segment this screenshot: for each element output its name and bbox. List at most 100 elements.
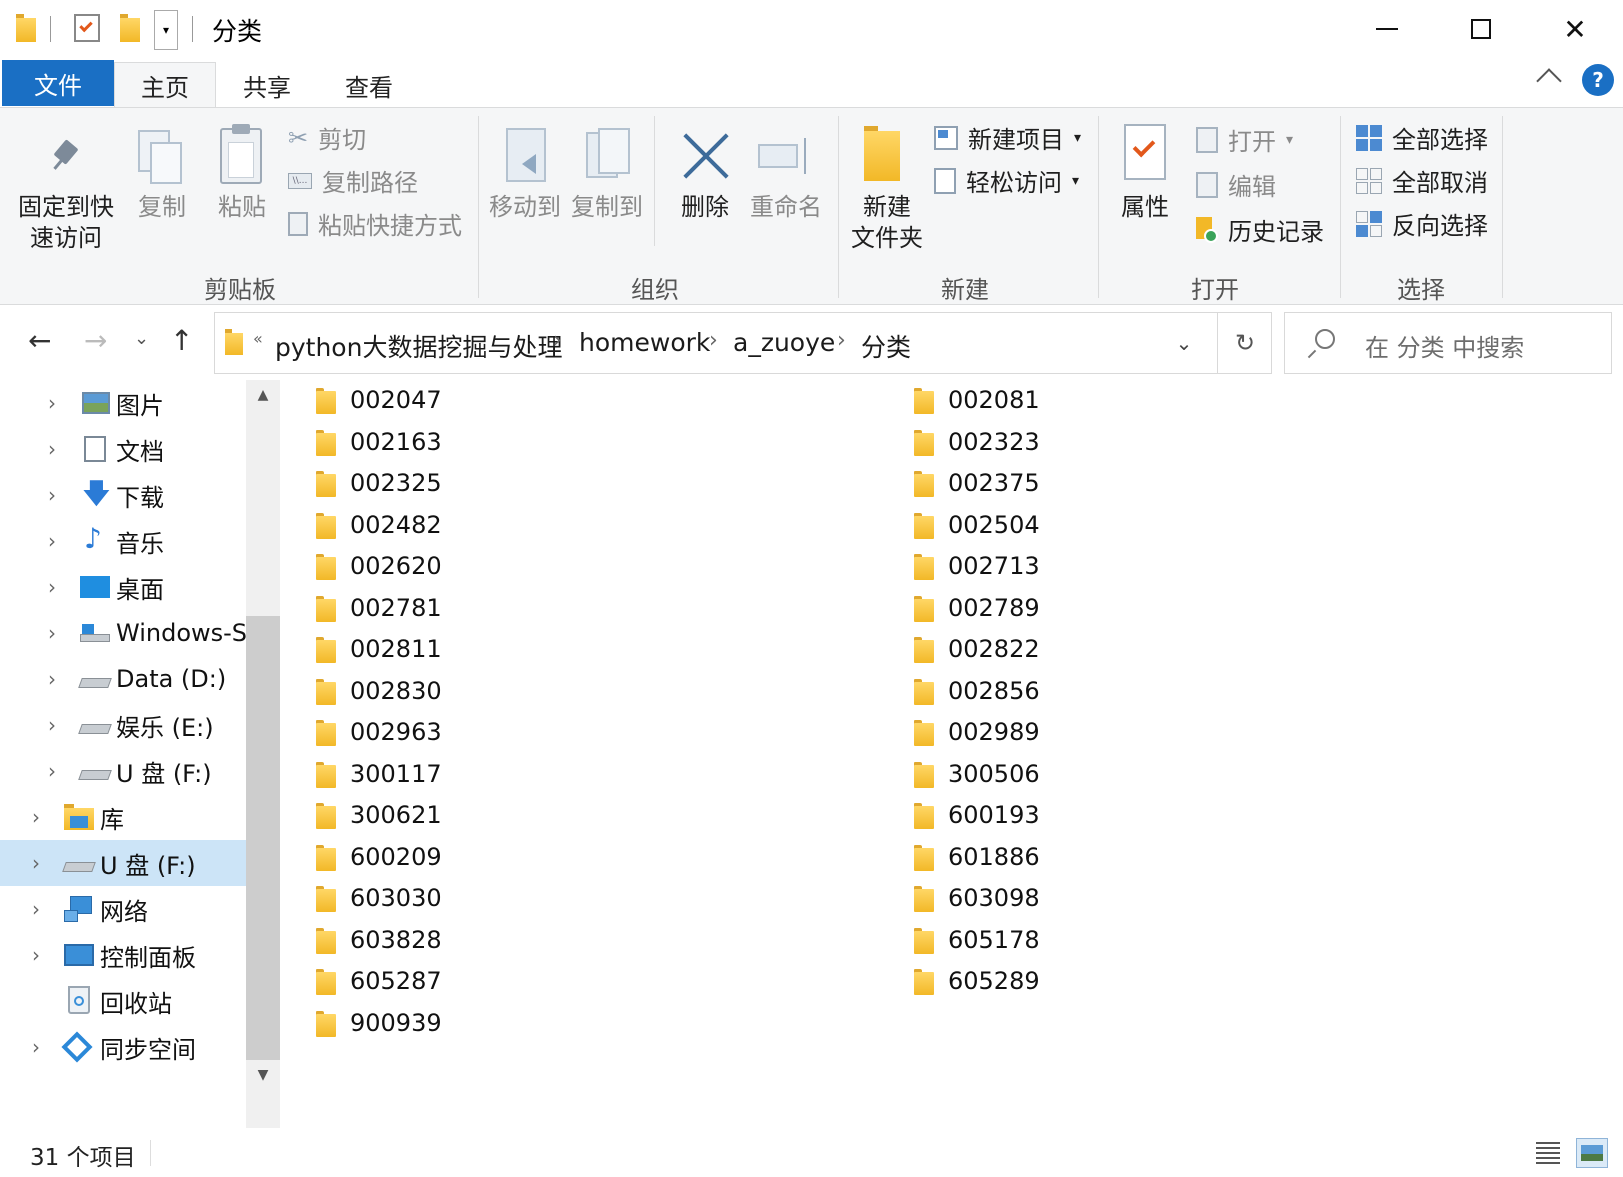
folder-item[interactable]: 002781: [316, 588, 442, 628]
select-all-button[interactable]: 全部选择: [1356, 120, 1488, 155]
copy-button[interactable]: 复制: [124, 120, 200, 230]
folder-item[interactable]: 002822: [914, 629, 1040, 669]
chevron-right-icon[interactable]: ›: [48, 391, 56, 415]
folder-item[interactable]: 002830: [316, 671, 442, 711]
up-button[interactable]: ↑: [170, 324, 193, 357]
search-box[interactable]: 在 分类 中搜索: [1284, 312, 1612, 374]
sidebar-item-windows-drive[interactable]: › Windows-S: [0, 610, 246, 656]
sidebar-item-yule-e[interactable]: › 娱乐 (E:): [0, 702, 246, 748]
history-button[interactable]: 历史记录: [1196, 212, 1324, 247]
chevron-right-icon[interactable]: ›: [48, 437, 56, 461]
details-view-button[interactable]: [1534, 1140, 1562, 1166]
folder-item[interactable]: 002963: [316, 712, 442, 752]
sidebar-item-data-d[interactable]: › Data (D:): [0, 656, 246, 702]
open-button[interactable]: 打开 ▾: [1196, 122, 1293, 157]
new-item-button[interactable]: 新建项目 ▾: [934, 120, 1081, 155]
folder-item[interactable]: 002620: [316, 546, 442, 586]
minimize-button[interactable]: [1340, 0, 1434, 58]
folder-item[interactable]: 600193: [914, 795, 1040, 835]
address-dropdown-button[interactable]: ⌄: [1151, 313, 1217, 373]
folder-item[interactable]: 603828: [316, 920, 442, 960]
breadcrumb-python[interactable]: python大数据挖掘与处理: [275, 328, 562, 364]
edit-button[interactable]: 编辑: [1196, 167, 1276, 202]
chevron-right-icon[interactable]: ›: [48, 529, 56, 553]
folder-item[interactable]: 002163: [316, 422, 442, 462]
new-folder-quick-icon[interactable]: [120, 14, 140, 42]
refresh-button[interactable]: ↻: [1218, 313, 1272, 373]
folder-item[interactable]: 300117: [316, 754, 442, 794]
chevron-right-icon[interactable]: ›: [48, 667, 56, 691]
folder-item[interactable]: 002325: [316, 463, 442, 503]
folder-item[interactable]: 002047: [316, 380, 442, 420]
folder-item[interactable]: 300621: [316, 795, 442, 835]
sidebar-item-control-panel[interactable]: › 控制面板: [0, 932, 246, 978]
folder-item[interactable]: 002323: [914, 422, 1040, 462]
tab-home[interactable]: 主页: [114, 62, 216, 108]
customize-quick-access-button[interactable]: ▾: [154, 10, 178, 50]
folder-item[interactable]: 002989: [914, 712, 1040, 752]
copy-to-button[interactable]: 复制到: [568, 120, 646, 230]
chevron-right-icon[interactable]: ›: [48, 621, 56, 645]
tab-file[interactable]: 文件: [2, 60, 114, 106]
chevron-right-icon[interactable]: ›: [48, 575, 56, 599]
sidebar-item-pictures[interactable]: › 图片: [0, 380, 246, 426]
collapse-ribbon-icon[interactable]: [1536, 68, 1562, 94]
folder-item[interactable]: 002081: [914, 380, 1040, 420]
chevron-right-icon[interactable]: ›: [32, 943, 40, 967]
folder-item[interactable]: 601886: [914, 837, 1040, 877]
properties-button[interactable]: 属性: [1110, 120, 1180, 230]
chevron-right-icon[interactable]: ›: [32, 897, 40, 921]
scrollbar-thumb[interactable]: [246, 616, 280, 1060]
breadcrumb-current[interactable]: 分类: [861, 328, 911, 364]
breadcrumb-a-zuoye[interactable]: a_zuoye: [733, 328, 835, 357]
tab-share[interactable]: 共享: [216, 62, 318, 108]
move-to-button[interactable]: 移动到: [486, 120, 564, 230]
cut-button[interactable]: ✂ 剪切: [288, 120, 366, 155]
paste-shortcut-button[interactable]: 粘贴快捷方式: [288, 206, 462, 241]
maximize-button[interactable]: [1434, 0, 1528, 58]
sidebar-item-network[interactable]: › 网络: [0, 886, 246, 932]
sidebar-item-desktop[interactable]: › 桌面: [0, 564, 246, 610]
folder-item[interactable]: 605178: [914, 920, 1040, 960]
help-button[interactable]: ?: [1582, 64, 1614, 96]
folder-item[interactable]: 600209: [316, 837, 442, 877]
sidebar-item-sync-space[interactable]: › 同步空间: [0, 1024, 246, 1070]
folder-item[interactable]: 900939: [316, 1003, 442, 1043]
pin-quick-access-button[interactable]: 固定到快 速访问: [10, 120, 122, 260]
folder-item[interactable]: 002811: [316, 629, 442, 669]
tab-view[interactable]: 查看: [318, 62, 420, 108]
sidebar-item-usb-f[interactable]: › U 盘 (F:): [0, 748, 246, 794]
breadcrumb-overflow[interactable]: «: [253, 329, 263, 348]
easy-access-button[interactable]: 轻松访问 ▾: [934, 163, 1079, 198]
chevron-right-icon[interactable]: ›: [48, 713, 56, 737]
properties-check-icon[interactable]: [74, 14, 100, 42]
address-bar[interactable]: « python大数据挖掘与处理 › homework › a_zuoye › …: [214, 312, 1272, 374]
rename-button[interactable]: 重命名: [746, 120, 826, 230]
folder-item[interactable]: 300506: [914, 754, 1040, 794]
chevron-right-icon[interactable]: ›: [48, 483, 56, 507]
breadcrumb-homework[interactable]: homework: [579, 328, 710, 357]
folder-item[interactable]: 605289: [914, 961, 1040, 1001]
forward-button[interactable]: →: [84, 324, 107, 357]
sidebar-item-usb-f-root[interactable]: › U 盘 (F:): [0, 840, 246, 886]
folder-item[interactable]: 603098: [914, 878, 1040, 918]
sidebar-item-libraries[interactable]: › 库: [0, 794, 246, 840]
folder-item[interactable]: 002789: [914, 588, 1040, 628]
paste-button[interactable]: 粘贴: [204, 120, 280, 230]
large-icons-view-button[interactable]: [1576, 1138, 1608, 1168]
folder-item[interactable]: 002713: [914, 546, 1040, 586]
close-button[interactable]: ✕: [1528, 0, 1622, 58]
folder-item[interactable]: 002482: [316, 505, 442, 545]
scroll-up-button[interactable]: ▲: [246, 380, 280, 410]
invert-selection-button[interactable]: 反向选择: [1356, 206, 1488, 241]
folder-item[interactable]: 605287: [316, 961, 442, 1001]
folder-item[interactable]: 603030: [316, 878, 442, 918]
new-folder-button[interactable]: 新建 文件夹: [846, 120, 928, 260]
sidebar-item-documents[interactable]: › 文档: [0, 426, 246, 472]
chevron-right-icon[interactable]: ›: [48, 759, 56, 783]
folder-item[interactable]: 002504: [914, 505, 1040, 545]
sidebar-item-downloads[interactable]: › 🡇 下载: [0, 472, 246, 518]
scroll-down-button[interactable]: ▼: [246, 1060, 280, 1090]
chevron-right-icon[interactable]: ›: [32, 851, 40, 875]
delete-button[interactable]: 删除: [670, 120, 740, 230]
